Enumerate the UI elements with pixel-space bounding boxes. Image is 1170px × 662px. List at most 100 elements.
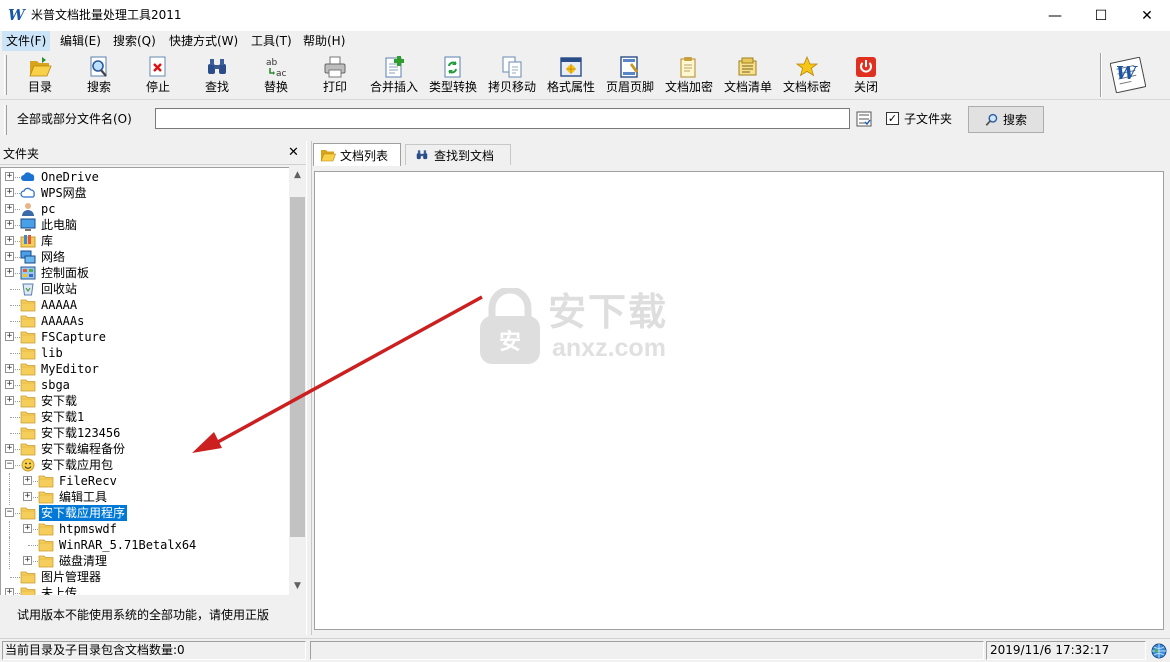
tree-node-label: 安下载 bbox=[41, 394, 78, 408]
tree-node[interactable]: + 网络 bbox=[1, 249, 289, 265]
tab-document-list[interactable]: 文档列表 bbox=[313, 143, 401, 166]
print-button[interactable]: 打印 bbox=[312, 51, 358, 99]
expand-icon[interactable]: + bbox=[23, 524, 32, 533]
tree-node[interactable]: + WPS网盘 bbox=[1, 185, 289, 201]
folder-icon bbox=[38, 522, 54, 536]
directory-button[interactable]: 目录 bbox=[17, 51, 63, 99]
expand-icon[interactable]: + bbox=[23, 476, 32, 485]
tree-node[interactable]: + 安下载编程备份 bbox=[1, 441, 289, 457]
stop-button[interactable]: 停止 bbox=[135, 51, 181, 99]
menu-file[interactable]: 文件(F) bbox=[2, 31, 51, 51]
merge-insert-button[interactable]: 合并插入 bbox=[366, 51, 422, 99]
tree-node-label: 安下载123456 bbox=[41, 426, 121, 440]
menu-tools[interactable]: 工具(T) bbox=[247, 31, 296, 51]
expand-icon[interactable]: + bbox=[5, 444, 14, 453]
menu-edit[interactable]: 编辑(E) bbox=[56, 31, 105, 51]
searchbar-grip[interactable] bbox=[4, 105, 7, 135]
expand-icon[interactable]: + bbox=[5, 252, 14, 261]
tree-node[interactable]: + htpmswdf bbox=[1, 521, 289, 537]
search-button-toolbar[interactable]: 搜索 bbox=[76, 51, 122, 99]
maximize-button[interactable]: ☐ bbox=[1078, 0, 1124, 31]
expand-icon[interactable]: + bbox=[23, 492, 32, 501]
menu-search[interactable]: 搜索(Q) bbox=[109, 31, 160, 51]
tree-node-label: 控制面板 bbox=[41, 266, 90, 280]
tree-node-label: OneDrive bbox=[41, 170, 99, 184]
tree-node[interactable]: − 安下载应用包 bbox=[1, 457, 289, 473]
pane-splitter[interactable] bbox=[306, 141, 312, 635]
tree-node[interactable]: WinRAR_5.71Betalx64 bbox=[1, 537, 289, 553]
filter-icon[interactable] bbox=[856, 111, 872, 127]
close-app-button[interactable]: 关闭 bbox=[843, 51, 889, 99]
folder-icon bbox=[38, 474, 54, 488]
encrypt-button[interactable]: 文档加密 bbox=[661, 51, 717, 99]
tree-node[interactable]: + 未上传 bbox=[1, 585, 289, 595]
document-mark-button[interactable]: 文档标密 bbox=[779, 51, 835, 99]
tree-node[interactable]: + MyEditor bbox=[1, 361, 289, 377]
collapse-icon[interactable]: − bbox=[5, 508, 14, 517]
search-button[interactable]: 搜索 bbox=[968, 106, 1044, 133]
filename-input[interactable] bbox=[155, 108, 850, 129]
scroll-thumb[interactable] bbox=[290, 197, 305, 537]
type-convert-button[interactable]: 类型转换 bbox=[425, 51, 481, 99]
expand-icon[interactable]: + bbox=[5, 204, 14, 213]
toolbar-label: 目录 bbox=[27, 80, 52, 94]
expand-icon[interactable]: + bbox=[5, 268, 14, 277]
tree-node[interactable]: + 控制面板 bbox=[1, 265, 289, 281]
tree-node[interactable]: AAAAA bbox=[1, 297, 289, 313]
expand-icon[interactable]: + bbox=[23, 556, 32, 565]
tree-scrollbar[interactable]: ▲ ▼ bbox=[289, 167, 306, 595]
folder-tree[interactable]: + OneDrive + WPS网盘 + pc + 此电脑 + 库 + 网络 + 控制面板 回收站 AAAAA… bbox=[0, 167, 289, 595]
tree-node[interactable]: + sbga bbox=[1, 377, 289, 393]
collapse-icon[interactable]: − bbox=[5, 460, 14, 469]
header-footer-button[interactable]: 页眉页脚 bbox=[602, 51, 658, 99]
tree-node[interactable]: + FileRecv bbox=[1, 473, 289, 489]
tree-node[interactable]: AAAAAs bbox=[1, 313, 289, 329]
tree-node[interactable]: 图片管理器 bbox=[1, 569, 289, 585]
tree-node[interactable]: 安下载1 bbox=[1, 409, 289, 425]
smiley-folder-icon bbox=[20, 458, 36, 472]
toolbar-grip[interactable] bbox=[4, 55, 7, 95]
tree-node[interactable]: 回收站 bbox=[1, 281, 289, 297]
expand-icon[interactable]: + bbox=[5, 364, 14, 373]
tree-node[interactable]: + 编辑工具 bbox=[1, 489, 289, 505]
title-bar: W 米普文档批量处理工具2011 — ☐ ✕ bbox=[0, 0, 1170, 31]
tree-node[interactable]: lib bbox=[1, 345, 289, 361]
document-list-button[interactable]: 文档清单 bbox=[720, 51, 776, 99]
menu-shortcuts[interactable]: 快捷方式(W) bbox=[165, 31, 242, 51]
tree-node[interactable]: + 磁盘清理 bbox=[1, 553, 289, 569]
scroll-down-arrow-icon[interactable]: ▼ bbox=[289, 578, 306, 595]
minimize-button[interactable]: — bbox=[1032, 0, 1078, 31]
folder-pane-close-button[interactable]: ✕ bbox=[288, 146, 300, 160]
expand-icon[interactable]: + bbox=[5, 172, 14, 181]
control-panel-icon bbox=[20, 266, 36, 280]
expand-icon[interactable]: + bbox=[5, 188, 14, 197]
tree-node[interactable]: + OneDrive bbox=[1, 169, 289, 185]
menu-help[interactable]: 帮助(H) bbox=[299, 31, 349, 51]
replace-button[interactable]: ab ac 替换 bbox=[253, 51, 299, 99]
folder-icon bbox=[20, 346, 36, 360]
expand-icon[interactable]: + bbox=[5, 588, 14, 595]
format-properties-button[interactable]: 格式属性 bbox=[543, 51, 599, 99]
tree-node[interactable]: + 此电脑 bbox=[1, 217, 289, 233]
watermark-lock-icon: 安 bbox=[480, 288, 540, 364]
tree-node[interactable]: + pc bbox=[1, 201, 289, 217]
close-window-button[interactable]: ✕ bbox=[1124, 0, 1170, 31]
tree-node[interactable]: 安下载123456 bbox=[1, 425, 289, 441]
find-button[interactable]: 查找 bbox=[194, 51, 240, 99]
expand-icon[interactable]: + bbox=[5, 396, 14, 405]
scroll-up-arrow-icon[interactable]: ▲ bbox=[289, 167, 306, 184]
tree-node[interactable]: − 安下载应用程序 bbox=[1, 505, 289, 521]
document-list-area[interactable] bbox=[314, 171, 1164, 630]
expand-icon[interactable]: + bbox=[5, 332, 14, 341]
subfolder-checkbox[interactable]: ✓ bbox=[886, 112, 899, 125]
expand-icon[interactable]: + bbox=[5, 220, 14, 229]
tab-found-documents[interactable]: 查找到文档 bbox=[405, 144, 511, 165]
tree-node[interactable]: + 安下载 bbox=[1, 393, 289, 409]
tree-node[interactable]: + FSCapture bbox=[1, 329, 289, 345]
expand-icon[interactable]: + bbox=[5, 236, 14, 245]
folder-icon bbox=[20, 362, 36, 376]
copy-move-button[interactable]: 拷贝移动 bbox=[484, 51, 540, 99]
toolbar-label: 打印 bbox=[322, 80, 347, 94]
tree-node[interactable]: + 库 bbox=[1, 233, 289, 249]
expand-icon[interactable]: + bbox=[5, 380, 14, 389]
